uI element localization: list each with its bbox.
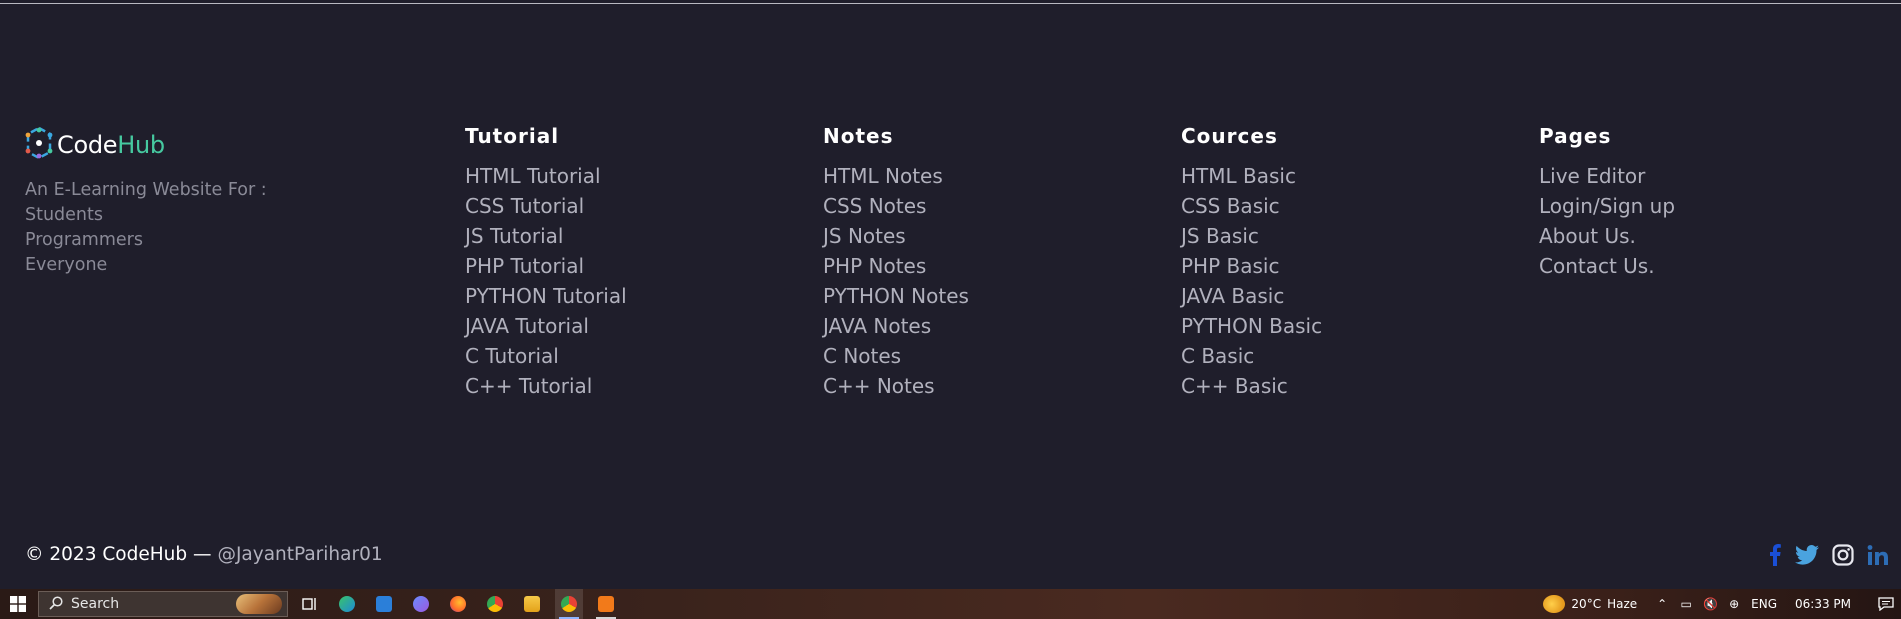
footer-link[interactable]: C++ Basic xyxy=(1181,371,1322,401)
task-view-icon xyxy=(302,598,316,610)
footer-link[interactable]: JAVA Basic xyxy=(1181,281,1322,311)
network-globe-icon[interactable]: ⊕ xyxy=(1727,598,1741,610)
footer-column-pages: Pages Live Editor Login/Sign up About Us… xyxy=(1539,124,1675,281)
task-view-button[interactable] xyxy=(296,589,324,619)
column-heading: Cources xyxy=(1181,124,1278,148)
footer-link[interactable]: CSS Tutorial xyxy=(465,191,627,221)
chrome-icon xyxy=(561,596,577,612)
tagline-line: Programmers xyxy=(25,230,143,250)
mail-icon xyxy=(376,596,392,612)
copyright-text: © 2023 CodeHub — xyxy=(25,544,212,565)
footer-link[interactable]: C++ Tutorial xyxy=(465,371,627,401)
footer-link[interactable]: Login/Sign up xyxy=(1539,191,1675,221)
footer-link[interactable]: C++ Notes xyxy=(823,371,969,401)
column-heading: Notes xyxy=(823,124,894,148)
footer-column-tutorial: Tutorial HTML Tutorial CSS Tutorial JS T… xyxy=(465,124,627,401)
footer-link[interactable]: PYTHON Tutorial xyxy=(465,281,627,311)
footer-link[interactable]: HTML Notes xyxy=(823,161,969,191)
footer-link[interactable]: JS Notes xyxy=(823,221,969,251)
footer-link[interactable]: PYTHON Basic xyxy=(1181,311,1322,341)
codehub-logo-icon xyxy=(25,126,53,164)
taskbar-search-box[interactable]: Search xyxy=(38,591,288,617)
clock[interactable]: 06:33 PM xyxy=(1795,597,1851,611)
tagline-line: Students xyxy=(25,205,104,225)
footer-link[interactable]: CSS Notes xyxy=(823,191,969,221)
folder-icon xyxy=(524,596,540,612)
file-explorer-app[interactable] xyxy=(518,589,546,619)
chevron-up-icon[interactable]: ⌃ xyxy=(1655,598,1669,610)
instagram-icon[interactable] xyxy=(1832,544,1854,570)
footer-link[interactable]: PHP Basic xyxy=(1181,251,1322,281)
chrome-app-active[interactable] xyxy=(555,589,583,619)
footer-link[interactable]: CSS Basic xyxy=(1181,191,1322,221)
linkedin-icon[interactable] xyxy=(1867,544,1889,570)
language-indicator[interactable]: ENG xyxy=(1751,597,1777,611)
footer-link[interactable]: PYTHON Notes xyxy=(823,281,969,311)
footer-link[interactable]: JS Basic xyxy=(1181,221,1322,251)
footer-link[interactable]: JS Tutorial xyxy=(465,221,627,251)
haze-weather-icon xyxy=(1543,595,1566,613)
media-app[interactable] xyxy=(407,589,435,619)
firefox-icon xyxy=(450,596,466,612)
tagline-line: An E-Learning Website For : xyxy=(25,180,267,200)
weather-widget[interactable]: 20°C Haze xyxy=(1543,595,1637,613)
notification-icon xyxy=(1878,597,1894,611)
windows-logo-icon xyxy=(10,596,26,612)
chrome-app[interactable] xyxy=(481,589,509,619)
twitter-icon[interactable] xyxy=(1795,545,1819,569)
social-links xyxy=(1768,544,1889,570)
weather-temp: 20°C xyxy=(1571,597,1602,611)
footer-link[interactable]: JAVA Tutorial xyxy=(465,311,627,341)
firefox-app[interactable] xyxy=(444,589,472,619)
edge-app[interactable] xyxy=(333,589,361,619)
copyright: © 2023 CodeHub — @JayantParihar01 xyxy=(25,544,383,565)
footer-link[interactable]: PHP Notes xyxy=(823,251,969,281)
search-highlight-image xyxy=(236,594,282,614)
system-tray: 20°C Haze ⌃ ▭ 🔇 ⊕ ENG 06:33 PM xyxy=(1543,589,1901,619)
footer-link[interactable]: Contact Us. xyxy=(1539,251,1675,281)
footer-link[interactable]: C Basic xyxy=(1181,341,1322,371)
footer-column-cources: Cources HTML Basic CSS Basic JS Basic PH… xyxy=(1181,124,1322,401)
footer-link[interactable]: HTML Basic xyxy=(1181,161,1322,191)
footer-link[interactable]: HTML Tutorial xyxy=(465,161,627,191)
battery-icon[interactable]: ▭ xyxy=(1679,598,1693,610)
logo-text-main: Code xyxy=(57,131,118,159)
footer-brand: CodeHub An E-Learning Website For : Stud… xyxy=(25,126,267,278)
search-icon xyxy=(49,595,63,614)
taskbar-pinned-apps xyxy=(296,589,620,619)
footer-link[interactable]: JAVA Notes xyxy=(823,311,969,341)
facebook-icon[interactable] xyxy=(1768,544,1782,570)
weather-desc: Haze xyxy=(1607,597,1638,611)
media-icon xyxy=(413,596,429,612)
footer-link[interactable]: PHP Tutorial xyxy=(465,251,627,281)
footer-column-notes: Notes HTML Notes CSS Notes JS Notes PHP … xyxy=(823,124,969,401)
brand-tagline: An E-Learning Website For : Students Pro… xyxy=(25,178,267,278)
xampp-app[interactable] xyxy=(592,589,620,619)
speaker-muted-icon[interactable]: 🔇 xyxy=(1703,598,1718,610)
edge-icon xyxy=(339,596,355,612)
tagline-line: Everyone xyxy=(25,255,108,275)
author-handle-link[interactable]: @JayantParihar01 xyxy=(217,544,382,565)
footer-link[interactable]: C Tutorial xyxy=(465,341,627,371)
column-heading: Pages xyxy=(1539,124,1612,148)
chrome-icon xyxy=(487,596,503,612)
top-divider xyxy=(0,3,1901,4)
footer-link[interactable]: C Notes xyxy=(823,341,969,371)
codehub-logo[interactable]: CodeHub xyxy=(25,126,267,164)
column-heading: Tutorial xyxy=(465,124,560,148)
start-button[interactable] xyxy=(0,589,36,619)
notification-center-button[interactable] xyxy=(1871,589,1901,619)
search-placeholder: Search xyxy=(71,596,120,612)
os-taskbar: Search 20°C Haze ⌃ ▭ 🔇 ⊕ ENG 06:33 PM xyxy=(0,589,1901,619)
footer-link[interactable]: Live Editor xyxy=(1539,161,1675,191)
footer-link[interactable]: About Us. xyxy=(1539,221,1675,251)
logo-text-accent: Hub xyxy=(117,131,165,159)
mail-app[interactable] xyxy=(370,589,398,619)
logo-text: CodeHub xyxy=(57,131,165,159)
xampp-icon xyxy=(598,596,614,612)
